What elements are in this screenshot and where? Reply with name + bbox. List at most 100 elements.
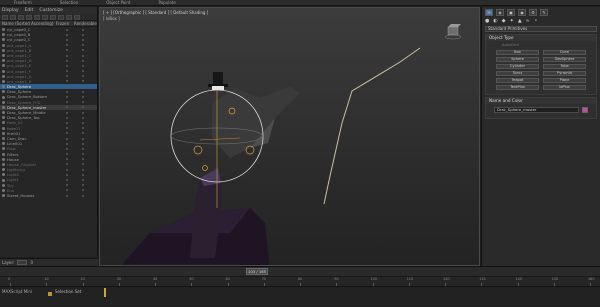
primitive-button[interactable]: Box [496,50,539,55]
frozen-toggle[interactable] [59,116,75,119]
frozen-toggle[interactable] [59,158,75,161]
frozen-toggle[interactable] [59,173,75,176]
primitive-button[interactable]: Sphere [496,57,539,62]
renderable-toggle[interactable] [75,44,91,47]
filter-icon[interactable] [18,15,24,20]
renderable-toggle[interactable] [75,168,91,171]
helpers-icon[interactable]: ▲ [518,18,522,24]
frozen-toggle[interactable] [59,121,75,124]
motion-tab-icon[interactable]: ◉ [518,9,526,16]
visibility-icon[interactable] [2,74,5,78]
renderable-toggle[interactable] [75,121,91,124]
shapes-icon[interactable]: ◐ [493,18,497,24]
create-tab-icon[interactable]: + [485,9,493,16]
frozen-toggle[interactable] [59,137,75,140]
column-renderable[interactable]: Renderable [74,21,97,26]
spacewarps-icon[interactable]: ≈ [526,18,530,24]
frozen-toggle[interactable] [59,147,75,150]
frozen-toggle[interactable] [59,75,75,78]
visibility-icon[interactable] [2,194,5,198]
visibility-icon[interactable] [2,85,5,89]
renderable-toggle[interactable] [75,59,91,62]
timeline-ruler[interactable]: 0 10 20 30 40 50 60 70 80 90 100 110 120 130 140 150 160 [0,276,600,286]
visibility-icon[interactable] [2,100,5,104]
visibility-icon[interactable] [2,157,5,161]
cameras-icon[interactable]: ✦ [510,18,514,24]
visibility-icon[interactable] [2,116,5,120]
frozen-toggle[interactable] [59,90,75,93]
filter-icon[interactable] [42,15,48,20]
frozen-toggle[interactable] [59,153,75,156]
display-tab-icon[interactable]: ⚙ [529,9,537,16]
renderable-toggle[interactable] [75,90,91,93]
visibility-icon[interactable] [2,162,5,166]
menu-edit[interactable]: Edit [25,7,34,14]
renderable-toggle[interactable] [75,127,91,130]
column-name[interactable]: Name (Sorted Ascending) [0,21,56,26]
filter-icon[interactable] [74,15,80,20]
visibility-icon[interactable] [2,48,5,52]
visibility-icon[interactable] [2,59,5,63]
renderable-toggle[interactable] [75,194,91,197]
menu-display[interactable]: Display [2,7,19,14]
primitive-button[interactable]: Torus [496,71,539,76]
frozen-toggle[interactable] [59,33,75,36]
renderable-toggle[interactable] [75,96,91,99]
visibility-icon[interactable] [2,38,5,42]
geometry-icon[interactable]: ● [485,18,489,24]
filter-icon[interactable] [58,15,64,20]
primitive-type-dropdown[interactable]: Standard Primitives [485,26,597,32]
renderable-toggle[interactable] [75,132,91,135]
modify-tab-icon[interactable]: ◈ [496,9,504,16]
frozen-toggle[interactable] [59,28,75,31]
hierarchy-tab-icon[interactable]: ▣ [507,9,515,16]
filter-icon[interactable] [50,15,56,20]
frozen-toggle[interactable] [59,101,75,104]
renderable-toggle[interactable] [75,179,91,182]
ribbon-tab-object-paint[interactable]: Object Paint [92,0,144,5]
visibility-icon[interactable] [2,137,5,141]
utilities-tab-icon[interactable]: ✎ [540,9,548,16]
primitive-button[interactable]: GeoSphere [543,57,586,62]
visibility-icon[interactable] [2,121,5,125]
renderable-toggle[interactable] [75,142,91,145]
renderable-toggle[interactable] [75,116,91,119]
filter-icon[interactable] [66,15,72,20]
visibility-icon[interactable] [2,126,5,130]
visibility-icon[interactable] [2,131,5,135]
frozen-toggle[interactable] [59,194,75,197]
viewcube-icon[interactable] [445,22,461,40]
frozen-toggle[interactable] [59,59,75,62]
visibility-icon[interactable] [2,178,5,182]
renderable-toggle[interactable] [75,80,91,83]
primitive-button[interactable]: Pyramid [543,71,586,76]
renderable-toggle[interactable] [75,28,91,31]
renderable-toggle[interactable] [75,101,91,104]
renderable-toggle[interactable] [75,106,91,109]
explorer-row[interactable]: Street_Houses [0,193,97,198]
frozen-toggle[interactable] [59,127,75,130]
renderable-toggle[interactable] [75,33,91,36]
visibility-icon[interactable] [2,79,5,83]
renderable-toggle[interactable] [75,189,91,192]
frozen-toggle[interactable] [59,85,75,88]
renderable-toggle[interactable] [75,173,91,176]
primitive-button[interactable]: Cylinder [496,64,539,69]
visibility-icon[interactable] [2,173,5,177]
visibility-icon[interactable] [2,152,5,156]
ribbon-tab-selection[interactable]: Selection [46,0,92,5]
primitive-button[interactable]: Plane [543,78,586,83]
renderable-toggle[interactable] [75,137,91,140]
visibility-icon[interactable] [2,28,5,32]
key-mode-icon[interactable] [48,292,52,296]
visibility-icon[interactable] [2,168,5,172]
frozen-toggle[interactable] [59,106,75,109]
primitive-button[interactable]: TextPlus [496,85,539,90]
control-ring[interactable] [202,165,208,171]
layer-dropdown[interactable] [17,260,28,265]
filter-icon[interactable] [34,15,40,20]
visibility-icon[interactable] [2,142,5,146]
frozen-toggle[interactable] [59,132,75,135]
frozen-toggle[interactable] [59,49,75,52]
visibility-icon[interactable] [2,105,5,109]
